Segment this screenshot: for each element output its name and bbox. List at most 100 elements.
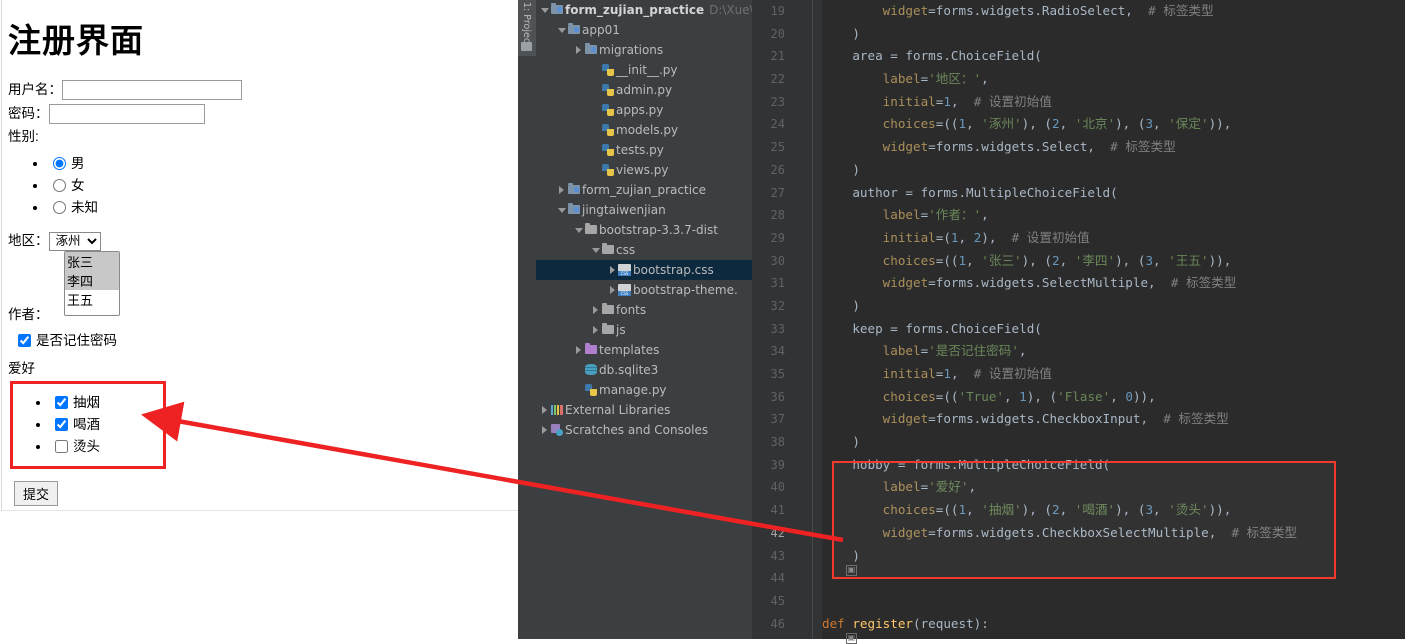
tree-item-app01[interactable]: app01	[536, 20, 752, 40]
tree-item-__init__.py[interactable]: __init__.py	[536, 60, 752, 80]
tree-item-externallibraries[interactable]: External Libraries	[536, 400, 752, 420]
project-tool-tab[interactable]: 1: Project	[518, 0, 536, 56]
code-line[interactable]	[822, 567, 1405, 590]
area-select[interactable]: 涿州	[48, 231, 101, 251]
list-item[interactable]: 抽烟	[51, 392, 163, 414]
folder-source-icon	[567, 20, 582, 40]
code-line[interactable]: def register(request):	[822, 613, 1405, 636]
list-item[interactable]: 男	[48, 153, 508, 175]
arrow-spacer	[574, 380, 584, 400]
gender-radio-unknown[interactable]	[53, 200, 66, 214]
tree-item-form_zujian_practice[interactable]: form_zujian_practice D:\Xue\	[536, 0, 752, 20]
author-multiselect[interactable]: 张三 李四 王五	[64, 250, 120, 316]
code-line[interactable]: initial=1, # 设置初始值	[822, 91, 1405, 114]
tree-item-css[interactable]: css	[536, 240, 752, 260]
tree-item-views.py[interactable]: views.py	[536, 160, 752, 180]
tree-item-db.sqlite3[interactable]: db.sqlite3	[536, 360, 752, 380]
password-input[interactable]	[48, 103, 205, 124]
code-line[interactable]: widget=forms.widgets.Select, # 标签类型	[822, 136, 1405, 159]
code-line[interactable]	[822, 590, 1405, 613]
username-row: 用户名：	[8, 80, 508, 101]
code-line[interactable]: area = forms.ChoiceField(	[822, 45, 1405, 68]
code-line[interactable]: choices=((1, '抽烟'), (2, '喝酒'), (3, '烫头')…	[822, 499, 1405, 522]
chevron-right-icon[interactable]	[540, 400, 550, 420]
chevron-right-icon[interactable]	[540, 420, 550, 440]
code-line[interactable]: label='地区：',	[822, 68, 1405, 91]
code-line[interactable]: )	[822, 23, 1405, 46]
author-label: 作者：	[8, 306, 49, 322]
line-number: 25	[770, 140, 785, 155]
tree-item-scratchesandconsoles[interactable]: Scratches and Consoles	[536, 420, 752, 440]
list-item[interactable]: 未知	[48, 197, 508, 219]
code-line[interactable]: label='作者：',	[822, 204, 1405, 227]
code-line[interactable]: widget=forms.widgets.CheckboxSelectMulti…	[822, 522, 1405, 545]
keep-password-checkbox[interactable]	[18, 333, 31, 347]
code-line[interactable]: label='是否记住密码',	[822, 340, 1405, 363]
chevron-down-icon[interactable]	[591, 240, 601, 260]
project-tree[interactable]: form_zujian_practice D:\Xue\ app01 migratio…	[536, 0, 752, 639]
editor-code-area[interactable]: widget=forms.widgets.RadioSelect, # 标签类型…	[822, 0, 1405, 639]
list-item[interactable]: 女	[48, 175, 508, 197]
editor-fold-column[interactable]: ▣ ▣	[794, 0, 857, 644]
tree-item-tests.py[interactable]: tests.py	[536, 140, 752, 160]
chevron-right-icon[interactable]	[591, 320, 601, 340]
author-option[interactable]: 李四	[65, 271, 119, 290]
hobby-checkbox-list: 抽烟 喝酒 烫头	[13, 392, 163, 458]
code-editor[interactable]: 19 20 21 22 23 24 25 26 27 28 29 30 31 32 33 34 35 36 37 38…	[752, 0, 1405, 644]
chevron-right-icon[interactable]	[557, 180, 567, 200]
code-line[interactable]: )	[822, 431, 1405, 454]
code-line[interactable]: author = forms.MultipleChoiceField(	[822, 182, 1405, 205]
tree-item-bootstrap-theme.[interactable]: bootstrap-theme.	[536, 280, 752, 300]
hobby-checkbox-smoke[interactable]	[55, 395, 68, 409]
submit-button[interactable]: 提交	[14, 480, 59, 506]
code-line[interactable]: label='爱好',	[822, 476, 1405, 499]
database-file-icon	[584, 360, 599, 380]
chevron-down-icon[interactable]	[574, 220, 584, 240]
tree-item-manage.py[interactable]: manage.py	[536, 380, 752, 400]
code-line[interactable]: widget=forms.widgets.RadioSelect, # 标签类型	[822, 0, 1405, 23]
tree-item-templates[interactable]: templates	[536, 340, 752, 360]
tree-item-bootstrap.css[interactable]: bootstrap.css	[536, 260, 752, 280]
code-line[interactable]: )	[822, 545, 1405, 568]
username-input[interactable]	[62, 80, 242, 101]
tree-item-label: apps.py	[616, 103, 664, 117]
code-line[interactable]: keep = forms.ChoiceField(	[822, 318, 1405, 341]
chevron-down-icon[interactable]	[557, 200, 567, 220]
tree-item-fonts[interactable]: fonts	[536, 300, 752, 320]
chevron-down-icon[interactable]	[557, 20, 567, 40]
hobby-checkbox-drink[interactable]	[55, 417, 68, 431]
tree-item-admin.py[interactable]: admin.py	[536, 80, 752, 100]
chevron-down-icon[interactable]	[540, 0, 550, 20]
code-line[interactable]: hobby = forms.MultipleChoiceField(	[822, 454, 1405, 477]
line-number: 29	[770, 230, 785, 245]
code-line[interactable]: widget=forms.widgets.CheckboxInput, # 标签…	[822, 408, 1405, 431]
chevron-right-icon[interactable]	[608, 280, 618, 300]
code-line[interactable]: initial=1, # 设置初始值	[822, 363, 1405, 386]
code-line[interactable]: )	[822, 159, 1405, 182]
code-line[interactable]: choices=((1, '涿州'), (2, '北京'), (3, '保定')…	[822, 113, 1405, 136]
gender-radio-female[interactable]	[53, 178, 66, 192]
author-option[interactable]: 张三	[65, 252, 119, 271]
hobby-highlight-box: 抽烟 喝酒 烫头	[10, 380, 166, 469]
tree-item-js[interactable]: js	[536, 320, 752, 340]
hobby-checkbox-perm[interactable]	[55, 439, 68, 453]
gender-radio-male[interactable]	[53, 156, 66, 170]
code-line[interactable]: choices=((1, '张三'), (2, '李四'), (3, '王五')…	[822, 250, 1405, 273]
code-line[interactable]: initial=(1, 2), # 设置初始值	[822, 227, 1405, 250]
list-item[interactable]: 喝酒	[51, 414, 163, 436]
chevron-right-icon[interactable]	[608, 260, 618, 280]
author-option[interactable]: 王五	[65, 290, 119, 309]
tree-item-models.py[interactable]: models.py	[536, 120, 752, 140]
chevron-right-icon[interactable]	[574, 340, 584, 360]
tree-item-form_zujian_practice[interactable]: form_zujian_practice	[536, 180, 752, 200]
code-line[interactable]: )	[822, 295, 1405, 318]
tree-item-bootstrap-3.3.7-dist[interactable]: bootstrap-3.3.7-dist	[536, 220, 752, 240]
list-item[interactable]: 烫头	[51, 436, 163, 458]
tree-item-apps.py[interactable]: apps.py	[536, 100, 752, 120]
code-line[interactable]: choices=(('True', 1), ('Flase', 0)),	[822, 386, 1405, 409]
code-line[interactable]: widget=forms.widgets.SelectMultiple, # 标…	[822, 272, 1405, 295]
chevron-right-icon[interactable]	[591, 300, 601, 320]
chevron-right-icon[interactable]	[574, 40, 584, 60]
tree-item-migrations[interactable]: migrations	[536, 40, 752, 60]
tree-item-jingtaiwenjian[interactable]: jingtaiwenjian	[536, 200, 752, 220]
